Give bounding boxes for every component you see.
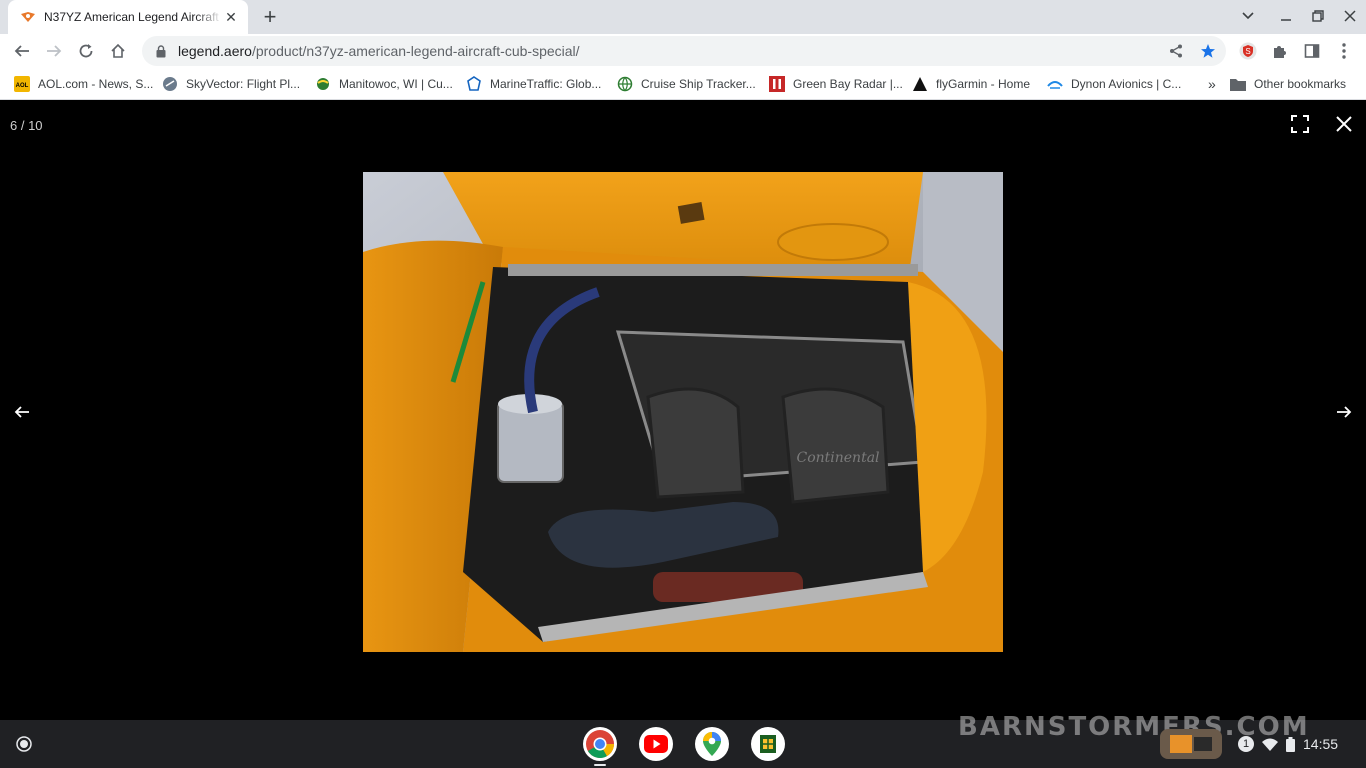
svg-text:S: S (1245, 47, 1250, 56)
forward-arrow-icon[interactable] (40, 37, 68, 65)
youtube-app-icon[interactable] (639, 727, 673, 761)
new-tab-button[interactable]: + (258, 4, 282, 29)
running-app-indicator (594, 764, 606, 766)
bookmark-label: Dynon Avionics | C... (1071, 77, 1182, 91)
bookmark-marinetraffic[interactable]: MarineTraffic: Glob... (466, 74, 601, 94)
home-icon[interactable] (104, 37, 132, 65)
bookmark-dynon[interactable]: Dynon Avionics | C... (1047, 74, 1181, 94)
extension-shield-icon[interactable]: S (1234, 37, 1262, 65)
bookmark-star-icon[interactable] (1198, 41, 1218, 61)
browser-tab[interactable]: N37YZ American Legend Aircraft Company ✕ (8, 0, 248, 34)
url-path: /product/n37yz-american-legend-aircraft-… (251, 43, 580, 59)
battery-icon (1286, 736, 1295, 752)
other-bookmarks-label: Other bookmarks (1254, 77, 1347, 91)
bookmark-aol[interactable]: AOL AOL.com - News, S... (14, 74, 153, 94)
sheets-app-icon[interactable] (751, 727, 785, 761)
kebab-menu-icon[interactable] (1330, 37, 1358, 65)
side-panel-icon[interactable] (1298, 37, 1326, 65)
bookmark-label: Cruise Ship Tracker... (641, 77, 756, 91)
url-text: legend.aero/product/n37yz-american-legen… (178, 43, 580, 59)
tab-search-chevron-icon[interactable] (1234, 4, 1262, 28)
other-bookmarks-folder[interactable]: Other bookmarks (1230, 74, 1346, 94)
bookmark-label: Green Bay Radar |... (793, 77, 903, 91)
bookmarks-overflow-chevron[interactable]: » (1208, 74, 1216, 94)
lock-icon[interactable] (154, 44, 168, 58)
bookmark-skyvector[interactable]: SkyVector: Flight Pl... (162, 74, 300, 94)
close-window-icon[interactable] (1336, 4, 1364, 28)
bookmark-green-bay-radar[interactable]: Green Bay Radar |... (769, 74, 903, 94)
chrome-app-icon[interactable] (583, 727, 617, 761)
image-lightbox: 6 / 10 Continental (0, 102, 1366, 720)
globe-icon (315, 76, 331, 92)
bookmark-label: SkyVector: Flight Pl... (186, 77, 301, 91)
clock-time: 14:55 (1303, 736, 1339, 752)
radar-icon (769, 76, 785, 92)
bookmark-manitowoc[interactable]: Manitowoc, WI | Cu... (315, 74, 453, 94)
minimize-icon[interactable] (1272, 4, 1300, 28)
back-arrow-icon[interactable] (8, 37, 36, 65)
os-shelf: BARNSTORMERS.COM 1 14:55 (0, 712, 1366, 768)
notification-count: 1 (1238, 736, 1254, 752)
garmin-icon (912, 76, 928, 92)
wifi-icon (1262, 738, 1278, 751)
status-tray[interactable]: 1 14:55 (1238, 728, 1346, 760)
skyvector-icon (162, 76, 178, 92)
bookmark-flygarmin[interactable]: flyGarmin - Home (912, 74, 1030, 94)
bookmark-label: MarineTraffic: Glob... (490, 77, 602, 91)
notification-badge[interactable]: 1 (1238, 736, 1254, 752)
folder-icon (1230, 76, 1246, 92)
engine-photo[interactable]: Continental (363, 172, 1003, 652)
svg-text:AOL: AOL (16, 83, 29, 89)
aol-icon: AOL (14, 76, 30, 92)
fullscreen-icon[interactable] (1284, 108, 1316, 140)
next-arrow-icon[interactable] (1328, 396, 1360, 428)
screenshot-thumbnail[interactable] (1160, 729, 1222, 759)
address-bar[interactable]: legend.aero/product/n37yz-american-legen… (142, 36, 1226, 66)
browser-toolbar: legend.aero/product/n37yz-american-legen… (0, 34, 1366, 68)
close-viewer-icon[interactable] (1328, 108, 1360, 140)
bookmark-label: AOL.com - News, S... (38, 77, 154, 91)
site-favicon-icon (20, 9, 36, 25)
close-tab-icon[interactable]: ✕ (222, 8, 240, 26)
launcher-icon[interactable] (8, 728, 40, 760)
bookmark-cruise-ship[interactable]: Cruise Ship Tracker... (617, 74, 756, 94)
tab-strip: N37YZ American Legend Aircraft Company ✕… (0, 0, 1366, 34)
extensions-puzzle-icon[interactable] (1266, 37, 1294, 65)
tab-title: N37YZ American Legend Aircraft Company (44, 10, 222, 24)
previous-arrow-icon[interactable] (6, 396, 38, 428)
reload-icon[interactable] (72, 37, 100, 65)
url-host: legend.aero (178, 43, 252, 59)
marinetraffic-icon (466, 76, 482, 92)
share-icon[interactable] (1166, 41, 1186, 61)
image-counter: 6 / 10 (10, 118, 43, 133)
globe-icon (617, 76, 633, 92)
bookmarks-bar: AOL AOL.com - News, S... SkyVector: Flig… (0, 68, 1366, 100)
dynon-icon (1047, 76, 1063, 92)
maps-app-icon[interactable] (695, 727, 729, 761)
restore-icon[interactable] (1304, 4, 1332, 28)
bookmark-label: flyGarmin - Home (936, 77, 1031, 91)
bookmark-label: Manitowoc, WI | Cu... (339, 77, 453, 91)
svg-text:Continental: Continental (796, 450, 879, 466)
